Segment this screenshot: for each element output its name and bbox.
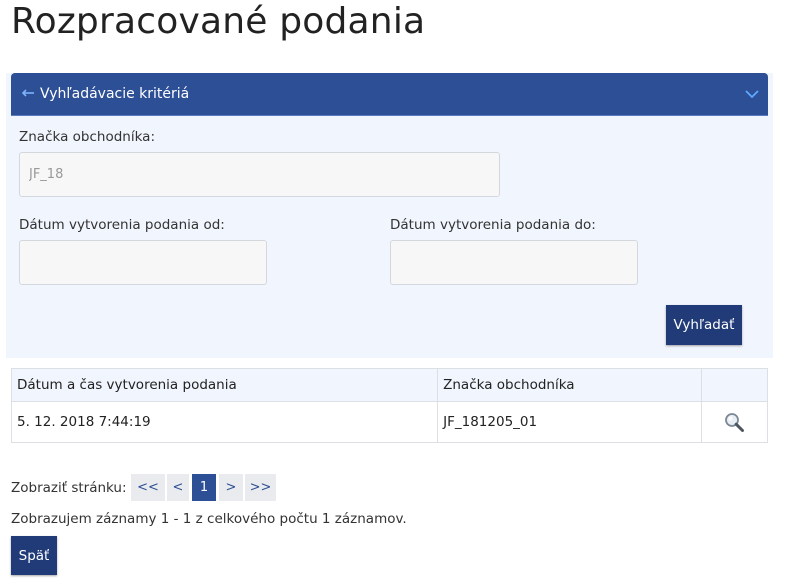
date-from-input[interactable]	[19, 240, 267, 285]
pager-next-button[interactable]: >	[219, 474, 243, 501]
pager-label: Zobraziť stránku:	[11, 480, 127, 496]
back-button[interactable]: Späť	[11, 536, 57, 575]
magnifier-icon[interactable]	[723, 411, 745, 433]
merchant-mark-input[interactable]	[19, 152, 500, 197]
column-header-action	[700, 368, 769, 402]
cell-merchant-mark: JF_181205_01	[437, 401, 702, 443]
table-row: 5. 12. 2018 7:44:19 JF_181205_01	[10, 401, 769, 443]
date-from-label: Dátum vytvorenia podania od:	[19, 217, 225, 233]
date-to-input[interactable]	[390, 240, 638, 285]
results-table: Dátum a čas vytvorenia podania Značka ob…	[10, 368, 769, 443]
merchant-mark-label: Značka obchodníka:	[19, 129, 155, 145]
date-to-label: Dátum vytvorenia podania do:	[390, 217, 596, 233]
pager-prev-button[interactable]: <	[167, 474, 189, 501]
search-panel-title: Vyhľadávacie kritériá	[40, 86, 190, 102]
page-title: Rozpracované podania	[11, 1, 426, 42]
arrow-left-icon	[21, 89, 34, 97]
column-header-created[interactable]: Dátum a čas vytvorenia podania	[10, 368, 439, 402]
search-panel-header[interactable]: Vyhľadávacie kritériá	[11, 73, 768, 116]
pager-first-button[interactable]: <<	[131, 474, 165, 501]
search-button[interactable]: Vyhľadať	[666, 305, 742, 345]
pager-last-button[interactable]: >>	[245, 474, 276, 501]
cell-created: 5. 12. 2018 7:44:19	[10, 401, 439, 443]
records-summary: Zobrazujem záznamy 1 - 1 z celkového poč…	[11, 511, 407, 527]
column-header-merchant-mark[interactable]: Značka obchodníka	[437, 368, 702, 402]
cell-action	[700, 401, 769, 443]
table-header-row: Dátum a čas vytvorenia podania Značka ob…	[10, 368, 769, 402]
page: Rozpracované podania Vyhľadávacie kritér…	[0, 0, 788, 587]
search-panel: Vyhľadávacie kritériá Značka obchodníka:…	[6, 73, 773, 358]
pager-page-current[interactable]: 1	[192, 474, 216, 501]
chevron-down-icon[interactable]	[744, 88, 760, 100]
